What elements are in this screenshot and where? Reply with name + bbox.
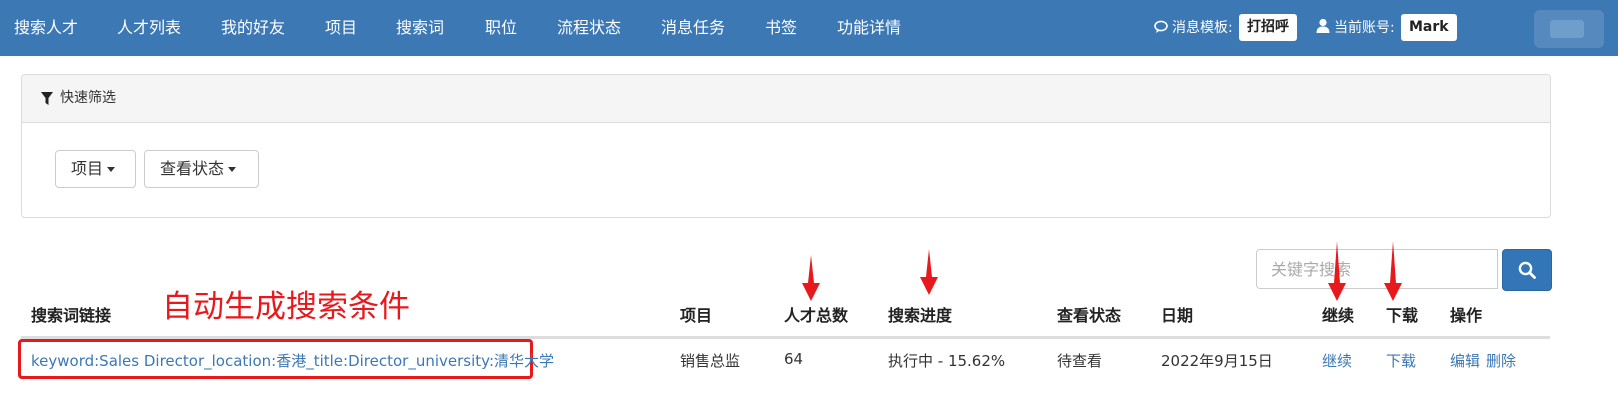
row-project: 销售总监	[680, 352, 741, 370]
row-date: 2022年9月15日	[1161, 352, 1273, 370]
quick-filter-title: 快速筛选	[60, 90, 116, 106]
nav-feature-details[interactable]: 功能详情	[837, 0, 901, 56]
nav-search-terms[interactable]: 搜索词	[396, 0, 444, 56]
arrow-down-icon	[1328, 241, 1346, 301]
col-header-project: 项目	[680, 306, 713, 325]
col-header-date: 日期	[1161, 306, 1194, 325]
keyword-link[interactable]: keyword:Sales Director_location:香港_title…	[31, 350, 554, 371]
project-filter-label: 项目	[71, 161, 104, 178]
filter-icon	[41, 92, 53, 105]
nav-process-status[interactable]: 流程状态	[557, 0, 621, 56]
col-header-operations: 操作	[1450, 306, 1483, 325]
keyword-search-input[interactable]	[1256, 249, 1498, 289]
nav-talent-list[interactable]: 人才列表	[117, 0, 181, 56]
col-header-talent-total: 人才总数	[784, 306, 849, 325]
col-header-keyword-link: 搜索词链接	[31, 306, 112, 325]
greeting-template-button[interactable]: 打招呼	[1239, 14, 1297, 41]
view-status-filter-label: 查看状态	[160, 161, 225, 178]
comment-icon	[1154, 20, 1168, 33]
col-header-download: 下载	[1386, 306, 1419, 325]
row-talent-total: 64	[784, 350, 804, 368]
download-link[interactable]: 下载	[1386, 350, 1416, 371]
quick-filter-panel: 快速筛选 项目 查看状态	[21, 74, 1551, 218]
top-navbar: 搜索人才 人才列表 我的好友 项目 搜索词 职位 流程状态 消息任务 书签 功能…	[0, 0, 1618, 56]
col-header-view-status: 查看状态	[1057, 306, 1122, 325]
avatar[interactable]	[1534, 10, 1604, 48]
message-template-label: 消息模板:	[1172, 20, 1233, 36]
arrow-down-icon	[1384, 241, 1402, 301]
continue-link[interactable]: 继续	[1322, 350, 1352, 371]
search-icon	[1518, 261, 1536, 279]
row-search-progress: 执行中 - 15.62%	[888, 352, 1006, 370]
nav-my-friends[interactable]: 我的好友	[221, 0, 285, 56]
current-account-label: 当前账号:	[1334, 20, 1395, 36]
nav-bookmarks[interactable]: 书签	[765, 0, 797, 56]
nav-positions[interactable]: 职位	[485, 0, 517, 56]
arrow-down-icon	[802, 255, 820, 301]
search-button[interactable]	[1502, 249, 1552, 291]
row-view-status: 待查看	[1057, 352, 1103, 370]
quick-filter-header: 快速筛选	[22, 75, 1550, 123]
caret-down-icon	[228, 167, 237, 173]
delete-link[interactable]: 删除	[1486, 350, 1516, 371]
account-name-button[interactable]: Mark	[1401, 14, 1457, 41]
view-status-filter-dropdown[interactable]: 查看状态	[144, 150, 259, 188]
nav-projects[interactable]: 项目	[325, 0, 357, 56]
caret-down-icon	[107, 167, 116, 173]
nav-message-tasks[interactable]: 消息任务	[661, 0, 725, 56]
arrow-down-icon	[920, 249, 938, 295]
project-filter-dropdown[interactable]: 项目	[55, 150, 136, 188]
nav-search-talent[interactable]: 搜索人才	[14, 0, 78, 56]
col-header-continue: 继续	[1322, 306, 1355, 325]
col-header-search-progress: 搜索进度	[888, 306, 953, 325]
edit-link[interactable]: 编辑	[1450, 350, 1480, 371]
user-icon	[1316, 18, 1330, 33]
annotation-note: 自动生成搜索条件	[162, 289, 410, 325]
